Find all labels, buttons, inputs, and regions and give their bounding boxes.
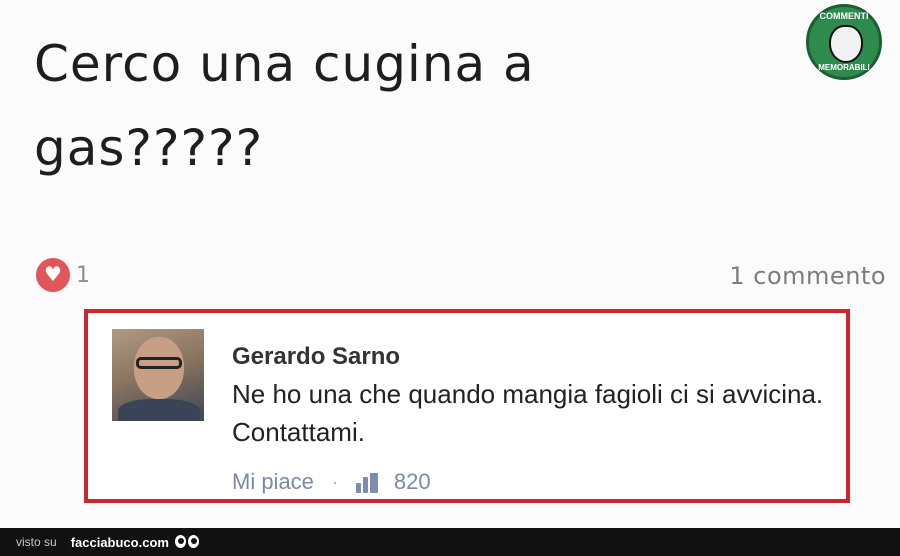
heart-icon: ♥ (36, 258, 70, 292)
reactions-summary[interactable]: ♥ 1 (36, 258, 90, 292)
comment-text: Ne ho una che quando mangia fagioli ci s… (232, 379, 824, 447)
highlighted-comment: Gerardo Sarno Ne ho una che quando mangi… (84, 309, 850, 503)
post-text: Cerco una cugina a gas????? (34, 22, 714, 190)
reaction-count: 1 (76, 262, 90, 288)
like-button[interactable]: Mi piace (232, 469, 314, 495)
footer-site-link[interactable]: facciabuco.com (71, 535, 169, 550)
separator-dot: · (331, 471, 338, 492)
logo-text-bottom: MEMORABILI (818, 63, 870, 72)
footer-bar: visto su facciabuco.com (0, 528, 900, 556)
post-text-line-2: gas????? (34, 119, 264, 177)
thumbs-up-icon (355, 471, 382, 493)
comment-author[interactable]: Gerardo Sarno (232, 343, 400, 371)
commenti-memorabili-logo: COMMENTI MEMORABILI (806, 4, 882, 80)
like-count[interactable]: 820 (394, 469, 431, 495)
post-text-line-1: Cerco una cugina a (34, 35, 535, 93)
comments-count-link[interactable]: 1 commento (729, 262, 886, 290)
post-card: Cerco una cugina a gas????? COMMENTI MEM… (0, 0, 900, 528)
eyes-icon (174, 535, 201, 549)
comment-actions: Mi piace · 820 (232, 469, 431, 495)
avatar[interactable] (112, 329, 204, 421)
logo-text-top: COMMENTI (819, 11, 869, 21)
logo-face-icon (829, 25, 863, 63)
footer-visto-su: visto su (16, 535, 57, 549)
